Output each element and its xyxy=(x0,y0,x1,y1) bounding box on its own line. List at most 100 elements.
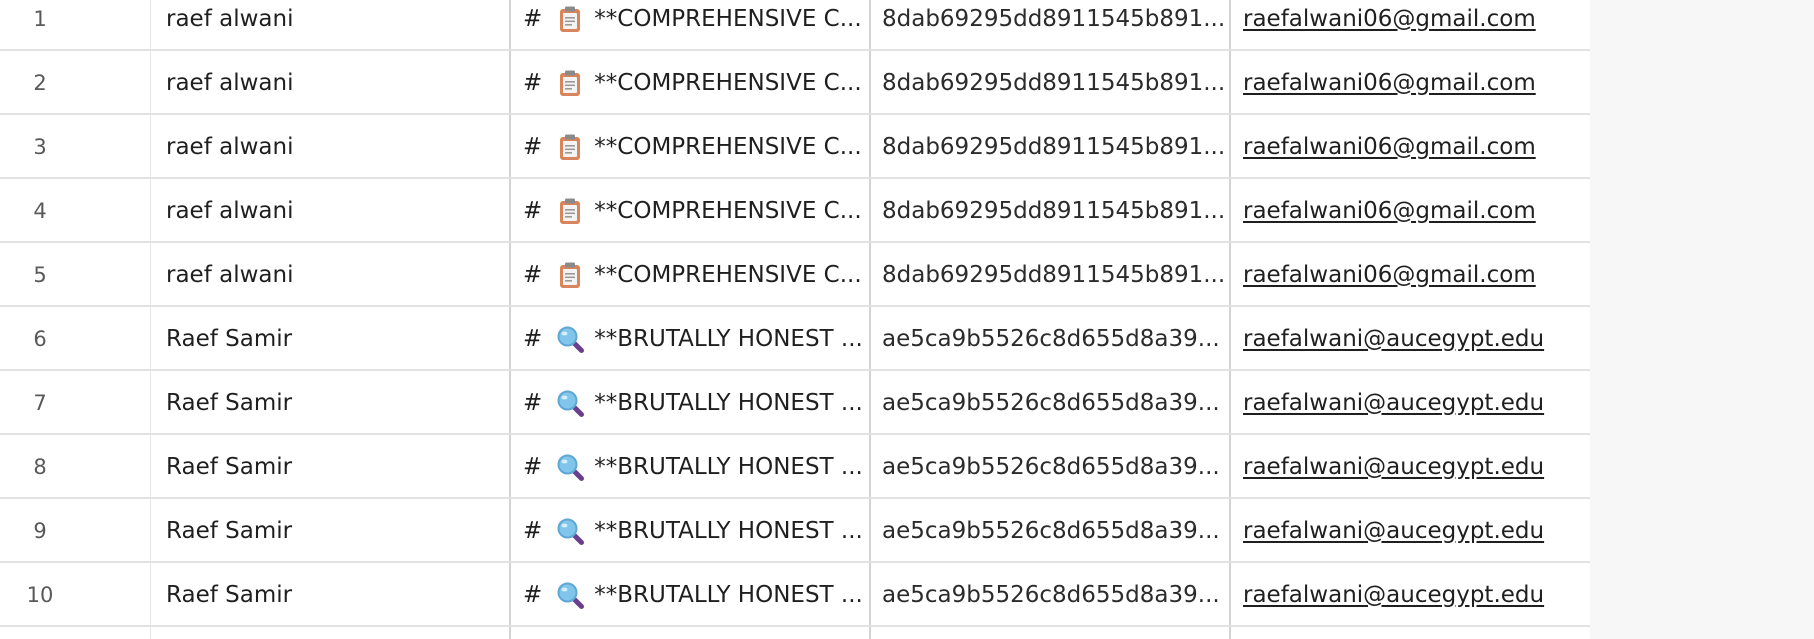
email-cell: raefalwani06@gmail.com xyxy=(1243,180,1583,241)
hash-cell[interactable]: 8dab69295dd8911545b891... xyxy=(882,52,1227,113)
email-cell: raefalwani@aucegypt.edu xyxy=(1243,372,1583,433)
row-number: 7 xyxy=(33,390,47,415)
prompt-text: **BRUTALLY HONEST ... xyxy=(594,517,863,544)
email-cell: raefalwani@aucegypt.edu xyxy=(1243,436,1583,497)
name-cell[interactable]: Raef Samir xyxy=(166,372,506,433)
email-cell: raefalwani06@gmail.com xyxy=(1243,52,1583,113)
email-cell: raefalwani@aucegypt.edu xyxy=(1243,308,1583,369)
hash-mark: # xyxy=(523,517,543,544)
email-link[interactable]: raefalwani06@gmail.com xyxy=(1243,198,1536,224)
clipboard-icon xyxy=(556,69,584,97)
table-row[interactable]: 8 Raef Samir # **BRUTALLY HONEST ... ae5ca9b… xyxy=(0,436,1590,499)
prompt-cell[interactable]: # **COMPREHENSIVE C... xyxy=(523,244,868,305)
clipboard-icon xyxy=(556,5,584,33)
prompt-cell[interactable]: # **COMPREHENSIVE C... xyxy=(523,116,868,177)
clipboard-icon xyxy=(556,133,584,161)
hash-mark: # xyxy=(523,5,543,32)
name-cell[interactable]: Raef Samir xyxy=(166,436,506,497)
prompt-text: **COMPREHENSIVE C... xyxy=(594,69,862,96)
row-number: 10 xyxy=(26,582,54,607)
row-number: 6 xyxy=(33,326,47,351)
prompt-cell[interactable]: # **COMPREHENSIVE C... xyxy=(523,52,868,113)
table-row[interactable]: 7 Raef Samir # **BRUTALLY HONEST ... ae5ca9b… xyxy=(0,372,1590,435)
prompt-text: **COMPREHENSIVE C... xyxy=(594,197,862,224)
hash-mark: # xyxy=(523,261,543,288)
email-link[interactable]: raefalwani06@gmail.com xyxy=(1243,262,1536,288)
prompt-text: **BRUTALLY HONEST ... xyxy=(594,453,863,480)
prompt-text: **COMPREHENSIVE C... xyxy=(594,261,862,288)
hash-cell[interactable]: 8dab69295dd8911545b891... xyxy=(882,180,1227,241)
name-cell[interactable]: raef alwani xyxy=(166,180,506,241)
name-cell[interactable]: Raef Samir xyxy=(166,308,506,369)
hash-cell[interactable]: ae5ca9b5526c8d655d8a39... xyxy=(882,500,1227,561)
email-cell: raefalwani06@gmail.com xyxy=(1243,244,1583,305)
email-link[interactable]: raefalwani@aucegypt.edu xyxy=(1243,582,1544,608)
hash-cell[interactable]: ae5ca9b5526c8d655d8a39... xyxy=(882,436,1227,497)
data-table: 1 raef alwani # **COMPREHENSIVE C... 8dab692… xyxy=(0,0,1591,639)
email-cell: raefalwani@aucegypt.edu xyxy=(1243,500,1583,561)
table-row[interactable]: 1 raef alwani # **COMPREHENSIVE C... 8dab692… xyxy=(0,0,1590,51)
table-row[interactable]: 10 Raef Samir # **BRUTALLY HONEST ... ae5ca9… xyxy=(0,564,1590,627)
prompt-cell[interactable]: # **BRUTALLY HONEST ... xyxy=(523,308,868,369)
magnifying-glass-icon xyxy=(556,517,584,545)
prompt-cell[interactable]: # **BRUTALLY HONEST ... xyxy=(523,500,868,561)
prompt-cell[interactable]: # **COMPREHENSIVE C... xyxy=(523,180,868,241)
magnifying-glass-icon xyxy=(556,389,584,417)
name-cell[interactable]: Raef Samir xyxy=(166,500,506,561)
email-cell: raefalwani06@gmail.com xyxy=(1243,116,1583,177)
prompt-text: **COMPREHENSIVE C... xyxy=(594,133,862,160)
hash-cell[interactable]: 8dab69295dd8911545b891... xyxy=(882,244,1227,305)
empty-area xyxy=(1590,0,1814,639)
row-number: 4 xyxy=(33,198,47,223)
email-link[interactable]: raefalwani@aucegypt.edu xyxy=(1243,390,1544,416)
hash-cell[interactable]: 8dab69295dd8911545b891... xyxy=(882,0,1227,49)
hash-cell[interactable]: ae5ca9b5526c8d655d8a39... xyxy=(882,308,1227,369)
email-link[interactable]: raefalwani06@gmail.com xyxy=(1243,134,1536,160)
hash-cell[interactable]: 8dab69295dd8911545b891... xyxy=(882,116,1227,177)
email-link[interactable]: raefalwani@aucegypt.edu xyxy=(1243,518,1544,544)
magnifying-glass-icon xyxy=(556,325,584,353)
hash-mark: # xyxy=(523,133,543,160)
hash-mark: # xyxy=(523,389,543,416)
hash-cell[interactable]: ae5ca9b5526c8d655d8a39... xyxy=(882,372,1227,433)
row-number: 9 xyxy=(33,518,47,543)
name-cell[interactable]: raef alwani xyxy=(166,116,506,177)
email-link[interactable]: raefalwani06@gmail.com xyxy=(1243,6,1536,32)
hash-cell[interactable]: ae5ca9b5526c8d655d8a39... xyxy=(882,564,1227,625)
name-cell[interactable]: raef alwani xyxy=(166,0,506,49)
hash-mark: # xyxy=(523,325,543,352)
hash-mark: # xyxy=(523,197,543,224)
prompt-text: **BRUTALLY HONEST ... xyxy=(594,581,863,608)
email-link[interactable]: raefalwani@aucegypt.edu xyxy=(1243,326,1544,352)
prompt-cell[interactable]: # **BRUTALLY HONEST ... xyxy=(523,564,868,625)
table-row[interactable]: 9 Raef Samir # **BRUTALLY HONEST ... ae5ca9b… xyxy=(0,500,1590,563)
magnifying-glass-icon xyxy=(556,453,584,481)
prompt-cell[interactable]: # **BRUTALLY HONEST ... xyxy=(523,372,868,433)
row-number: 8 xyxy=(33,454,47,479)
table-row[interactable]: 2 raef alwani # **COMPREHENSIVE C... 8dab692… xyxy=(0,52,1590,115)
table-row[interactable]: 6 Raef Samir # **BRUTALLY HONEST ... ae5ca9b… xyxy=(0,308,1590,371)
prompt-cell[interactable]: # **BRUTALLY HONEST ... xyxy=(523,436,868,497)
name-cell[interactable]: raef alwani xyxy=(166,52,506,113)
row-number: 5 xyxy=(33,262,47,287)
table-row[interactable]: 5 raef alwani # **COMPREHENSIVE C... 8dab692… xyxy=(0,244,1590,307)
prompt-text: **BRUTALLY HONEST ... xyxy=(594,389,863,416)
clipboard-icon xyxy=(556,197,584,225)
row-number: 1 xyxy=(33,6,47,31)
row-number: 3 xyxy=(33,134,47,159)
hash-mark: # xyxy=(523,453,543,480)
table-row[interactable]: 4 raef alwani # **COMPREHENSIVE C... 8dab692… xyxy=(0,180,1590,243)
prompt-text: **COMPREHENSIVE C... xyxy=(594,5,862,32)
clipboard-icon xyxy=(556,261,584,289)
prompt-text: **BRUTALLY HONEST ... xyxy=(594,325,863,352)
email-link[interactable]: raefalwani06@gmail.com xyxy=(1243,70,1536,96)
magnifying-glass-icon xyxy=(556,581,584,609)
hash-mark: # xyxy=(523,581,543,608)
name-cell[interactable]: Raef Samir xyxy=(166,564,506,625)
email-link[interactable]: raefalwani@aucegypt.edu xyxy=(1243,454,1544,480)
name-cell[interactable]: raef alwani xyxy=(166,244,506,305)
prompt-cell[interactable]: # **COMPREHENSIVE C... xyxy=(523,0,868,49)
table-row[interactable]: 3 raef alwani # **COMPREHENSIVE C... 8dab692… xyxy=(0,116,1590,179)
email-cell: raefalwani06@gmail.com xyxy=(1243,0,1583,49)
row-number: 2 xyxy=(33,70,47,95)
